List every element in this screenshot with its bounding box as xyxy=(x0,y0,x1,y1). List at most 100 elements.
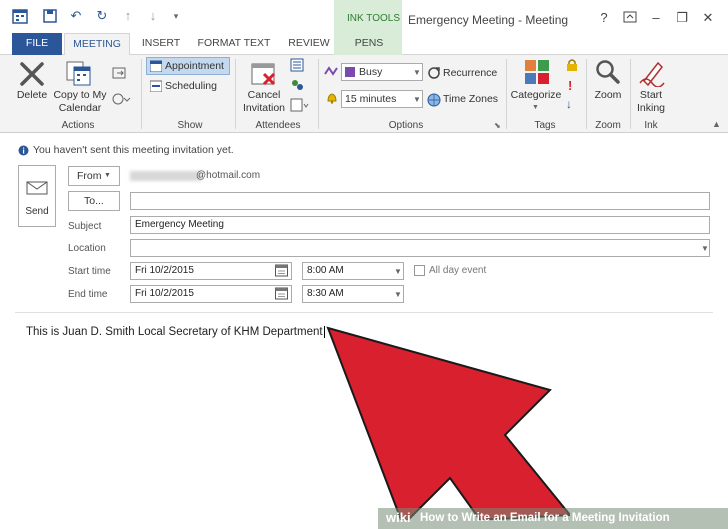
tab-file[interactable]: FILE xyxy=(12,33,62,55)
to-field[interactable] xyxy=(130,192,710,210)
close-button[interactable]: ✕ xyxy=(700,10,716,26)
blurred-email xyxy=(130,171,202,181)
body-text: This is Juan D. Smith Local Secretary of… xyxy=(26,326,328,338)
send-envelope-icon xyxy=(26,180,48,199)
ribbon-separator xyxy=(586,59,587,129)
restore-button[interactable]: ❐ xyxy=(674,10,690,26)
dialog-launcher-icon[interactable]: ⬊ xyxy=(494,121,501,130)
subject-field[interactable]: Emergency Meeting xyxy=(130,216,710,234)
tab-insert[interactable]: INSERT xyxy=(136,33,186,55)
chevron-down-icon[interactable]: ▼ xyxy=(701,244,709,253)
cancel-invitation-icon xyxy=(250,60,278,91)
redo-icon[interactable]: ↻ xyxy=(94,8,110,24)
high-importance-icon[interactable]: ! xyxy=(568,78,572,93)
previous-item-icon[interactable]: ↑ xyxy=(120,8,136,24)
appointment-label[interactable]: Appointment xyxy=(165,60,224,72)
from-label: From xyxy=(77,170,102,182)
info-message: You haven't sent this meeting invitation… xyxy=(33,144,234,156)
next-item-icon[interactable]: ↓ xyxy=(145,8,161,24)
scheduling-icon xyxy=(149,80,163,95)
chevron-down-icon[interactable]: ▼ xyxy=(394,267,402,276)
calendar-picker-icon[interactable] xyxy=(275,264,288,280)
show-as-value: Busy xyxy=(359,66,383,78)
customize-toolbar-icon[interactable]: ▾ xyxy=(168,8,184,24)
end-date-field[interactable]: Fri 10/2/2015 xyxy=(130,285,292,303)
tab-review[interactable]: REVIEW xyxy=(282,33,336,55)
tags-group-label: Tags xyxy=(534,120,556,131)
minimize-button[interactable]: – xyxy=(648,10,664,26)
ribbon-separator xyxy=(141,59,142,129)
calendar-app-icon xyxy=(12,8,28,24)
private-lock-icon[interactable] xyxy=(566,58,578,75)
red-arrow-annotation xyxy=(326,326,570,520)
end-time-label: End time xyxy=(68,289,108,300)
ink-group-label: Ink xyxy=(644,120,658,131)
recurrence-icon xyxy=(427,66,441,83)
ribbon-separator xyxy=(630,59,631,129)
start-date-field[interactable]: Fri 10/2/2015 xyxy=(130,262,292,280)
subject-label: Subject xyxy=(68,221,102,232)
start-time-field[interactable]: 8:00 AM xyxy=(302,262,404,280)
tab-meeting[interactable]: MEETING xyxy=(64,33,130,56)
respond-icon[interactable] xyxy=(112,92,132,109)
low-importance-icon[interactable]: ↓ xyxy=(566,97,572,111)
reminder-bell-icon xyxy=(326,92,338,107)
from-value: @hotmail.com xyxy=(196,170,261,181)
tab-pens[interactable]: PENS xyxy=(340,33,398,55)
options-group-label: Options xyxy=(388,120,424,131)
watermark-title: How to Write an Email for a Meeting Invi… xyxy=(420,512,670,524)
chevron-down-icon[interactable]: ▼ xyxy=(413,68,421,77)
actions-group-label: Actions xyxy=(61,120,95,131)
ink-tools-label: INK TOOLS xyxy=(347,13,400,24)
end-time-field[interactable]: 8:30 AM xyxy=(302,285,404,303)
location-label: Location xyxy=(68,243,106,254)
chevron-down-icon[interactable]: ▼ xyxy=(394,290,402,299)
show-as-icon xyxy=(324,66,340,79)
collapse-ribbon-icon[interactable]: ▲ xyxy=(712,119,721,129)
copy-to-calendar-label-2[interactable]: Calendar xyxy=(50,102,110,115)
chevron-down-icon[interactable]: ▼ xyxy=(532,104,539,111)
ribbon-separator xyxy=(318,59,319,129)
window-title: Emergency Meeting - Meeting xyxy=(408,13,569,27)
chevron-down-icon[interactable]: ▼ xyxy=(413,95,421,104)
cancel-invitation-label-2[interactable]: Invitation xyxy=(238,102,290,115)
zoom-button[interactable]: Zoom xyxy=(589,89,627,102)
chevron-down-icon: ▼ xyxy=(104,172,111,179)
busy-swatch xyxy=(345,67,355,77)
forward-icon[interactable] xyxy=(112,66,126,83)
save-icon[interactable] xyxy=(42,8,58,24)
undo-icon[interactable]: ↶ xyxy=(68,8,84,24)
all-day-checkbox[interactable] xyxy=(414,265,425,276)
start-time-label: Start time xyxy=(68,266,111,277)
copy-to-calendar-label-1[interactable]: Copy to My xyxy=(50,89,110,102)
categorize-button[interactable]: Categorize xyxy=(508,89,564,102)
scheduling-button[interactable]: Scheduling xyxy=(165,80,217,92)
recurrence-button[interactable]: Recurrence xyxy=(443,67,497,79)
all-day-label: All day event xyxy=(429,265,487,276)
time-zones-icon xyxy=(427,93,441,110)
show-group-label: Show xyxy=(177,120,203,131)
help-button[interactable]: ? xyxy=(596,10,612,26)
info-icon xyxy=(18,145,29,159)
start-inking-label-2[interactable]: Inking xyxy=(632,102,670,115)
ribbon-separator xyxy=(235,59,236,129)
time-zones-button[interactable]: Time Zones xyxy=(443,93,498,105)
location-field[interactable] xyxy=(130,239,710,257)
response-options-icon[interactable] xyxy=(290,98,310,115)
to-label: To... xyxy=(84,195,104,207)
ribbon-display-options-icon[interactable] xyxy=(622,10,638,26)
categorize-icon xyxy=(524,59,550,88)
attendees-group-label: Attendees xyxy=(255,120,301,131)
appointment-icon xyxy=(149,60,163,75)
cancel-invitation-label-1[interactable]: Cancel xyxy=(240,89,288,102)
ribbon-separator xyxy=(506,59,507,129)
address-book-icon[interactable] xyxy=(290,58,304,75)
tab-format-text[interactable]: FORMAT TEXT xyxy=(192,33,276,55)
check-names-icon[interactable] xyxy=(290,78,304,95)
send-label: Send xyxy=(25,206,49,217)
start-inking-label-1[interactable]: Start xyxy=(632,89,670,102)
calendar-picker-icon[interactable] xyxy=(275,287,288,303)
zoom-group-label: Zoom xyxy=(595,120,621,131)
delete-button[interactable]: Delete xyxy=(14,89,50,102)
watermark-wiki: wiki xyxy=(386,510,411,525)
